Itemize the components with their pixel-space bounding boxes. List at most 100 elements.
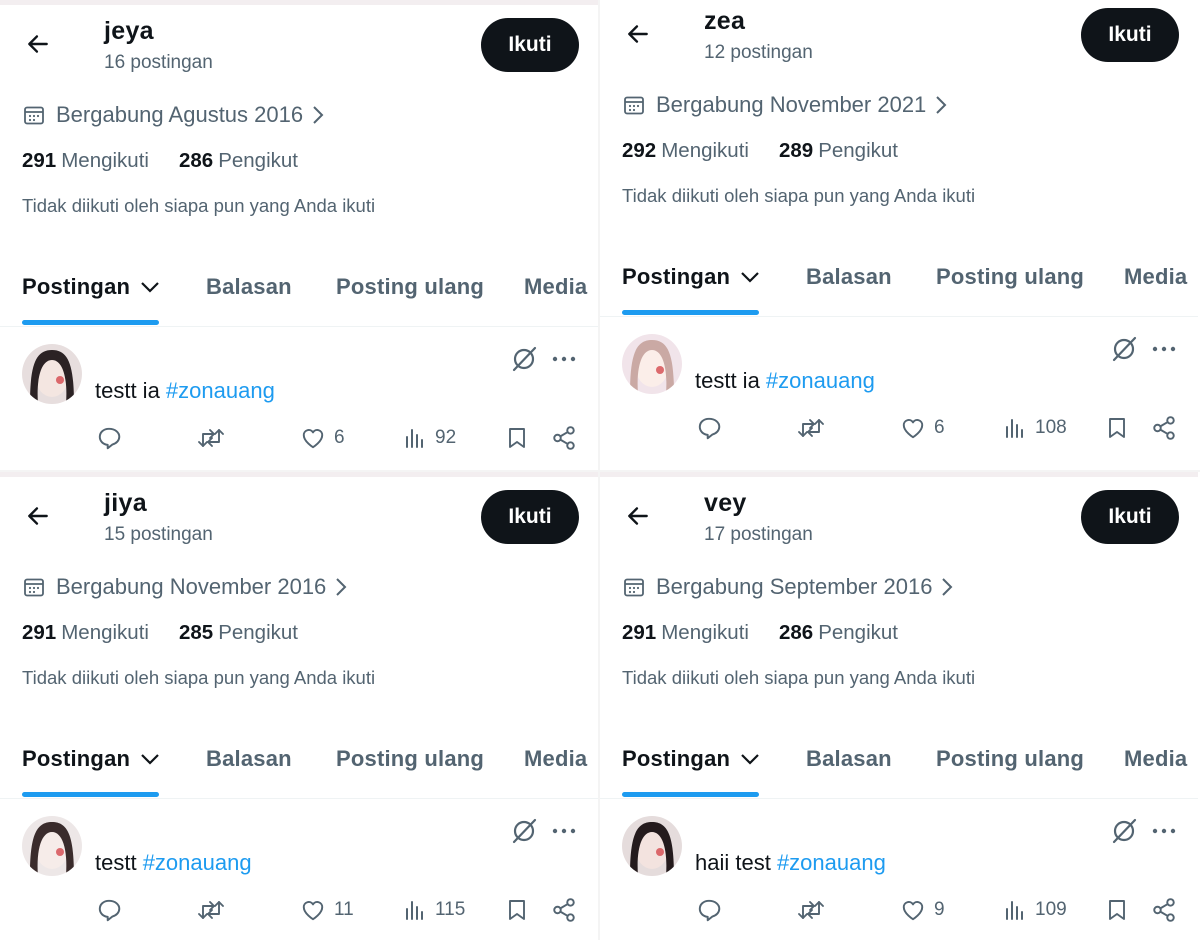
tab-media[interactable]: Media: [1124, 746, 1187, 772]
like-button[interactable]: 9: [900, 897, 945, 923]
followers-stat[interactable]: 286 Pengikut: [779, 621, 898, 645]
tab-media[interactable]: Media: [1124, 264, 1187, 290]
joined-text: Bergabung November 2021: [656, 92, 927, 117]
reply-button[interactable]: [696, 897, 730, 923]
follow-button[interactable]: Ikuti: [1081, 490, 1179, 544]
back-button[interactable]: [20, 26, 56, 62]
followers-stat[interactable]: 285 Pengikut: [179, 621, 298, 645]
bookmark-button[interactable]: [505, 425, 537, 451]
bookmark-button[interactable]: [1105, 415, 1137, 441]
vertical-separator: [598, 0, 600, 940]
tab-posting-ulang[interactable]: Posting ulang: [336, 274, 484, 300]
hashtag-link[interactable]: #zonauang: [166, 378, 275, 403]
tab-label: Postingan: [22, 746, 131, 771]
joined-date[interactable]: Bergabung September 2016: [622, 574, 954, 600]
tweet-actions: 6 92: [0, 425, 598, 455]
back-button[interactable]: [620, 498, 656, 534]
joined-date[interactable]: Bergabung Agustus 2016: [22, 102, 325, 128]
reply-button[interactable]: [696, 415, 730, 441]
views-button[interactable]: 108: [1003, 415, 1067, 441]
tab-balasan[interactable]: Balasan: [206, 746, 292, 772]
hashtag-link[interactable]: #zonauang: [766, 368, 875, 393]
grok-button[interactable]: [510, 345, 538, 373]
following-stat[interactable]: 291 Mengikuti: [22, 621, 149, 645]
more-button[interactable]: [1150, 817, 1178, 845]
following-stat[interactable]: 291 Mengikuti: [22, 149, 149, 173]
follow-button[interactable]: Ikuti: [481, 490, 579, 544]
chevron-right-icon: [942, 578, 953, 596]
more-button[interactable]: [1150, 335, 1178, 363]
followers-stat[interactable]: 289 Pengikut: [779, 139, 898, 163]
back-button[interactable]: [620, 16, 656, 52]
reply-button[interactable]: [96, 425, 130, 451]
follow-button[interactable]: Ikuti: [1081, 8, 1179, 62]
tab-postingan[interactable]: Postingan: [22, 746, 160, 772]
views-button[interactable]: 92: [403, 425, 456, 451]
tab-posting-ulang[interactable]: Posting ulang: [336, 746, 484, 772]
avatar[interactable]: [622, 816, 682, 876]
share-button[interactable]: [1151, 897, 1185, 923]
like-count: 6: [334, 427, 345, 448]
tab-balasan[interactable]: Balasan: [806, 264, 892, 290]
views-icon: [406, 901, 423, 920]
hashtag-link[interactable]: #zonauang: [777, 850, 886, 875]
chevron-right-icon: [336, 578, 347, 596]
bookmark-button[interactable]: [505, 897, 537, 923]
grok-icon: [1112, 336, 1137, 362]
like-icon: [902, 419, 924, 439]
tab-balasan[interactable]: Balasan: [206, 274, 292, 300]
share-button[interactable]: [551, 425, 585, 451]
hashtag-link[interactable]: #zonauang: [143, 850, 252, 875]
tabs-divider: [0, 798, 598, 799]
more-button[interactable]: [550, 345, 578, 373]
more-button[interactable]: [550, 817, 578, 845]
tab-media[interactable]: Media: [524, 274, 587, 300]
repost-button[interactable]: [797, 897, 833, 923]
avatar[interactable]: [622, 334, 682, 394]
followers-stat[interactable]: 286 Pengikut: [179, 149, 298, 173]
bookmark-button[interactable]: [1105, 897, 1137, 923]
tab-posting-ulang[interactable]: Posting ulang: [936, 264, 1084, 290]
back-arrow-icon: [628, 507, 648, 525]
views-button[interactable]: 109: [1003, 897, 1067, 923]
tab-posting-ulang[interactable]: Posting ulang: [936, 746, 1084, 772]
tab-postingan[interactable]: Postingan: [622, 746, 760, 772]
grok-button[interactable]: [510, 817, 538, 845]
repost-button[interactable]: [197, 425, 233, 451]
avatar[interactable]: [22, 816, 82, 876]
following-count: 291: [22, 621, 57, 644]
tab-postingan[interactable]: Postingan: [22, 274, 160, 300]
joined-date[interactable]: Bergabung November 2021: [622, 92, 948, 118]
like-button[interactable]: 6: [900, 415, 945, 441]
tab-media[interactable]: Media: [524, 746, 587, 772]
bookmark-icon: [1109, 418, 1125, 438]
grok-button[interactable]: [1110, 817, 1138, 845]
reply-icon: [98, 899, 121, 922]
reply-icon: [98, 427, 121, 450]
following-stat[interactable]: 291 Mengikuti: [622, 621, 749, 645]
profile-panel: jiya 15 postingan Ikuti Bergabung Novemb…: [0, 472, 598, 942]
joined-date[interactable]: Bergabung November 2016: [22, 574, 348, 600]
like-button[interactable]: 6: [300, 425, 345, 451]
back-button[interactable]: [20, 498, 56, 534]
profile-panel: jeya 16 postingan Ikuti Bergabung Agustu…: [0, 0, 598, 470]
reply-button[interactable]: [96, 897, 130, 923]
tab-postingan[interactable]: Postingan: [622, 264, 760, 290]
like-button[interactable]: 11: [300, 897, 354, 923]
grok-button[interactable]: [1110, 335, 1138, 363]
views-count: 115: [435, 899, 466, 920]
avatar[interactable]: [22, 344, 82, 404]
share-button[interactable]: [1151, 415, 1185, 441]
follow-button[interactable]: Ikuti: [481, 18, 579, 72]
repost-button[interactable]: [797, 415, 833, 441]
views-button[interactable]: 115: [403, 897, 465, 923]
following-stat[interactable]: 292 Mengikuti: [622, 139, 749, 163]
profile-name: jiya: [104, 489, 147, 517]
tweet-text: haii test #zonauang: [695, 850, 886, 876]
tab-balasan[interactable]: Balasan: [806, 746, 892, 772]
share-button[interactable]: [551, 897, 585, 923]
avatar-photo: [22, 344, 82, 404]
tweet-text: testt ia #zonauang: [95, 378, 275, 404]
repost-button[interactable]: [197, 897, 233, 923]
chevron-down-icon: [141, 754, 159, 765]
